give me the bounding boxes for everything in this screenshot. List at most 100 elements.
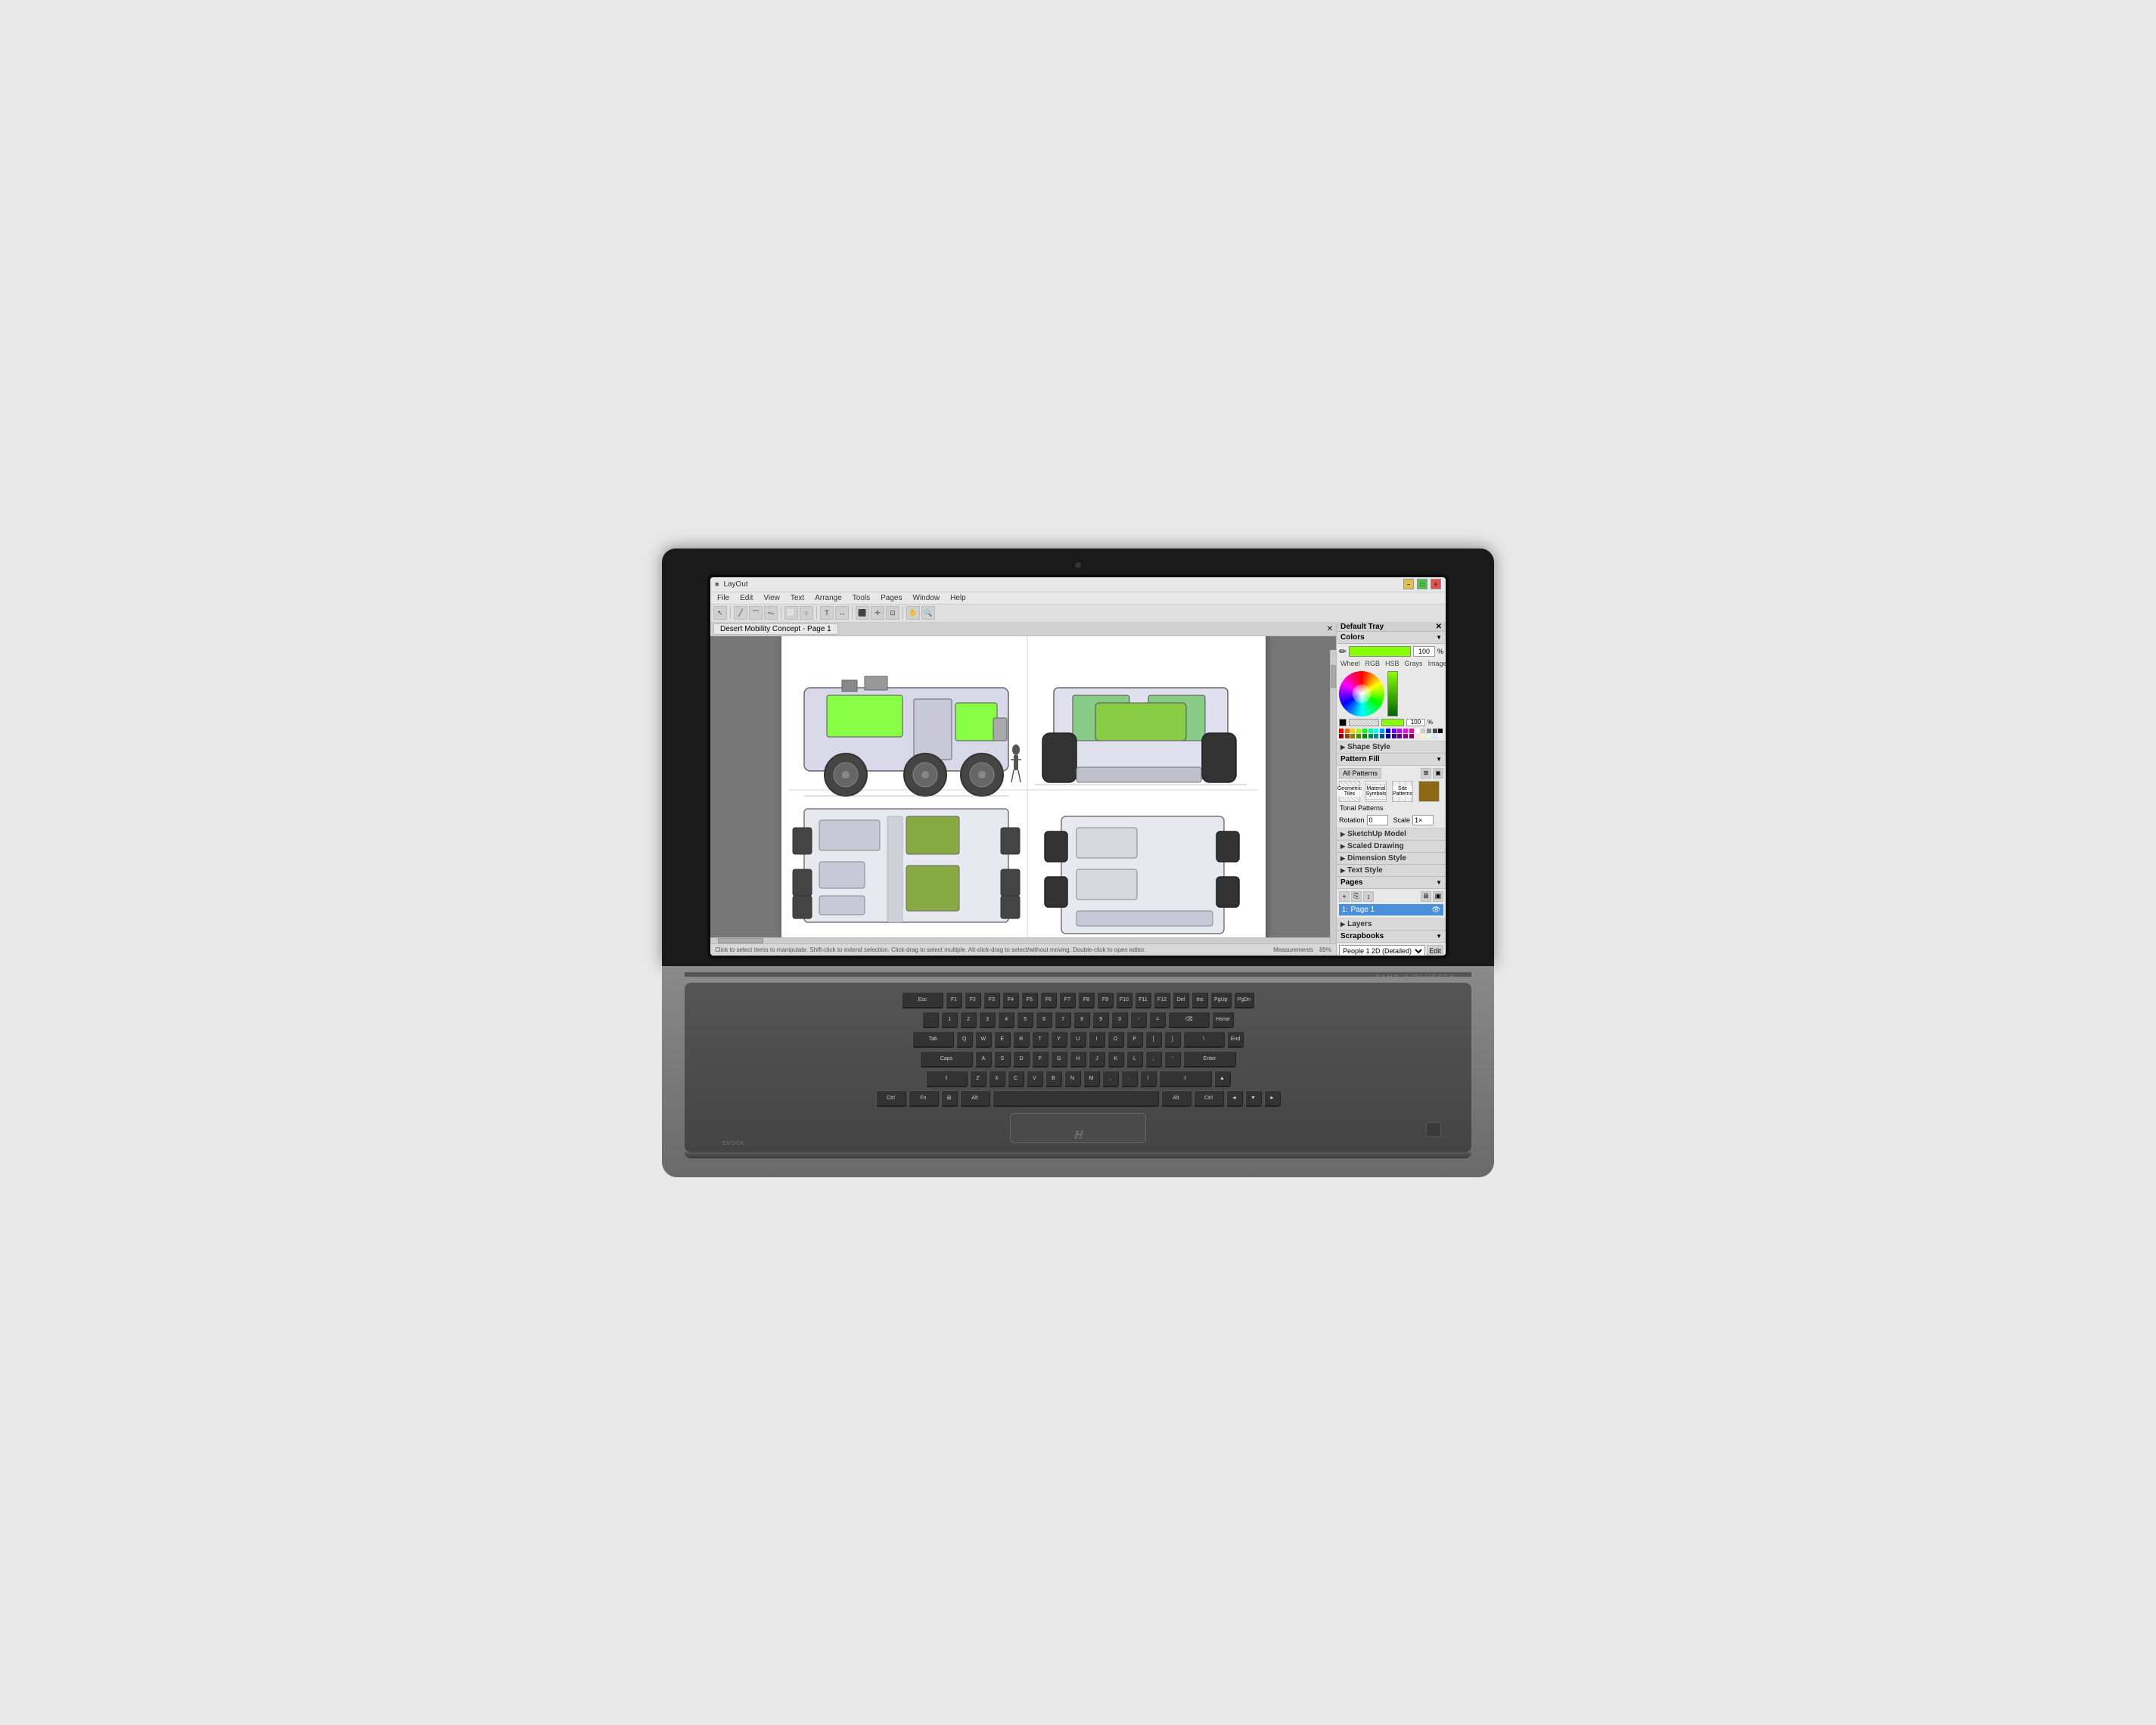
doc-tab-active[interactable]: Desert Mobility Concept - Page 1	[713, 623, 838, 635]
swatch-forest[interactable]	[1362, 734, 1367, 738]
key-home[interactable]: Home	[1212, 1012, 1234, 1028]
swatch-dark-gray[interactable]	[1433, 729, 1437, 733]
key-comma[interactable]: ,	[1102, 1071, 1119, 1087]
scrapbooks-section-header[interactable]: Scrapbooks ▼	[1337, 931, 1446, 943]
active-color-swatch[interactable]	[1349, 646, 1411, 657]
key-lbracket[interactable]: [	[1145, 1031, 1162, 1048]
dimension-tool[interactable]: ↔	[835, 606, 849, 620]
menu-edit[interactable]: Edit	[738, 594, 755, 602]
key-arrow-down[interactable]: ▼	[1245, 1090, 1262, 1107]
swatch-cyan-green[interactable]	[1368, 729, 1373, 733]
key-f9[interactable]: F9	[1097, 992, 1114, 1009]
tab-grays[interactable]: Grays	[1403, 659, 1424, 668]
key-t[interactable]: T	[1032, 1031, 1048, 1048]
pattern-item-site[interactable]: SitePatterns	[1392, 781, 1413, 802]
key-k[interactable]: K	[1108, 1051, 1124, 1068]
swatch-teal[interactable]	[1374, 734, 1378, 738]
key-x[interactable]: X	[989, 1071, 1005, 1087]
pattern-item-material[interactable]: MaterialSymbols	[1365, 781, 1387, 802]
swatch-indigo[interactable]	[1392, 734, 1396, 738]
key-f12[interactable]: F12	[1154, 992, 1170, 1009]
swatch-yellow[interactable]	[1350, 729, 1355, 733]
swatch-lavender[interactable]	[1433, 734, 1437, 738]
swatch-dark-magenta[interactable]	[1403, 734, 1408, 738]
key-esc[interactable]: Esc	[902, 992, 943, 1009]
menu-pages[interactable]: Pages	[878, 594, 904, 602]
scrapbook-edit-button[interactable]: Edit	[1427, 945, 1443, 956]
key-l[interactable]: L	[1126, 1051, 1143, 1068]
swatch-red[interactable]	[1339, 729, 1344, 733]
key-tab[interactable]: Tab	[912, 1031, 954, 1048]
swatch-green[interactable]	[1362, 729, 1367, 733]
key-f8[interactable]: F8	[1078, 992, 1095, 1009]
swatch-crimson[interactable]	[1409, 734, 1414, 738]
menu-arrange[interactable]: Arrange	[812, 594, 844, 602]
color-opacity-value[interactable]: 100	[1413, 646, 1435, 657]
sketchup-model-section[interactable]: ▶ SketchUp Model	[1337, 828, 1446, 841]
key-enter[interactable]: Enter	[1183, 1051, 1236, 1068]
key-backslash[interactable]: \	[1183, 1031, 1225, 1048]
swatch-cream[interactable]	[1421, 734, 1425, 738]
key-h[interactable]: H	[1070, 1051, 1086, 1068]
swatch-dark-red[interactable]	[1339, 734, 1344, 738]
key-f11[interactable]: F11	[1135, 992, 1151, 1009]
pages-section-header[interactable]: Pages ▼	[1337, 877, 1446, 889]
shape-style-section[interactable]: ▶ Shape Style	[1337, 741, 1446, 754]
swatch-pink[interactable]	[1409, 729, 1414, 733]
arc-tool[interactable]: ⌒	[749, 606, 763, 620]
color-gradient-bar[interactable]	[1387, 671, 1398, 716]
key-rctrl[interactable]: Ctrl	[1194, 1090, 1224, 1107]
menu-help[interactable]: Help	[948, 594, 968, 602]
swatch-olive[interactable]	[1350, 734, 1355, 738]
scaled-drawing-section[interactable]: ▶ Scaled Drawing	[1337, 841, 1446, 853]
key-quote[interactable]: '	[1164, 1051, 1181, 1068]
dimension-style-section[interactable]: ▶ Dimension Style	[1337, 853, 1446, 865]
swatch-white[interactable]	[1415, 729, 1419, 733]
text-tool[interactable]: T	[820, 606, 834, 620]
key-m[interactable]: M	[1083, 1071, 1100, 1087]
key-pgup[interactable]: PgUp	[1210, 992, 1232, 1009]
key-rbracket[interactable]: ]	[1164, 1031, 1181, 1048]
key-p[interactable]: P	[1126, 1031, 1143, 1048]
scale-input[interactable]	[1412, 815, 1434, 825]
key-pgdn[interactable]: PgDn	[1234, 992, 1255, 1009]
fingerprint-reader[interactable]	[1426, 1122, 1441, 1137]
pattern-item-tonal[interactable]	[1418, 781, 1440, 802]
key-f1[interactable]: F1	[946, 992, 962, 1009]
key-s[interactable]: S	[994, 1051, 1011, 1068]
key-d[interactable]: D	[1013, 1051, 1030, 1068]
pan-tool[interactable]: ✋	[906, 606, 920, 620]
all-patterns-tab[interactable]: All Patterns	[1339, 768, 1381, 779]
menu-view[interactable]: View	[761, 594, 782, 602]
swatch-orange[interactable]	[1345, 729, 1350, 733]
key-a[interactable]: A	[975, 1051, 992, 1068]
key-win[interactable]: ⊞	[941, 1090, 958, 1107]
key-f2[interactable]: F2	[965, 992, 981, 1009]
add-page-button[interactable]: +	[1339, 891, 1350, 902]
key-6[interactable]: 6	[1036, 1012, 1052, 1028]
line-tool[interactable]: ╱	[734, 606, 747, 620]
key-i[interactable]: I	[1089, 1031, 1105, 1048]
page-eye-icon[interactable]: 👁	[1432, 906, 1440, 914]
key-y[interactable]: Y	[1051, 1031, 1067, 1048]
key-n[interactable]: N	[1064, 1071, 1081, 1087]
key-0[interactable]: 0	[1111, 1012, 1128, 1028]
text-style-section[interactable]: ▶ Text Style	[1337, 865, 1446, 877]
horizontal-scrollbar[interactable]	[710, 937, 1330, 943]
key-arrow-up[interactable]: ▲	[1214, 1071, 1231, 1087]
swatch-dark-blue[interactable]	[1386, 734, 1390, 738]
key-7[interactable]: 7	[1055, 1012, 1071, 1028]
key-1[interactable]: 1	[941, 1012, 958, 1028]
swatch-black[interactable]	[1438, 729, 1443, 733]
menu-text[interactable]: Text	[788, 594, 806, 602]
pattern-view-small-icon[interactable]: ⊞	[1421, 768, 1431, 779]
swatch-gray[interactable]	[1427, 729, 1431, 733]
select-tool[interactable]: ↖	[713, 606, 727, 620]
swatch-brown[interactable]	[1345, 734, 1350, 738]
pattern-item-geometric[interactable]: GeometricTiles	[1339, 781, 1360, 802]
key-v[interactable]: V	[1027, 1071, 1043, 1087]
scale-tool[interactable]: ⊡	[886, 606, 899, 620]
swatch-blue[interactable]	[1386, 729, 1390, 733]
key-9[interactable]: 9	[1092, 1012, 1109, 1028]
key-4[interactable]: 4	[998, 1012, 1014, 1028]
